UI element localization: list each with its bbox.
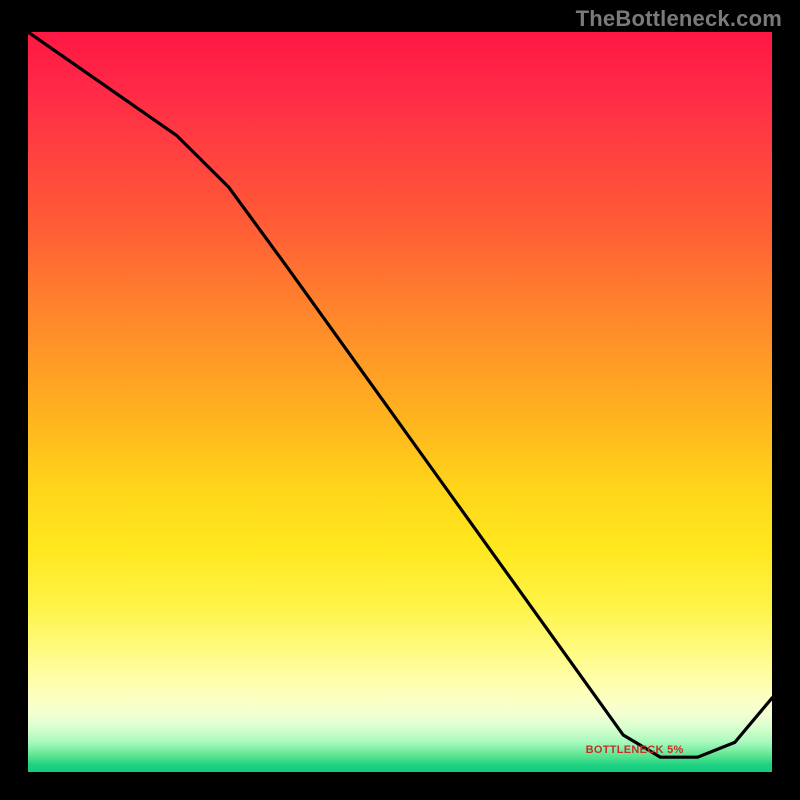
watermark-text: TheBottleneck.com	[576, 6, 782, 32]
bottleneck-curve	[28, 32, 772, 757]
curve-svg	[28, 32, 772, 772]
plot-area: BOTTLENECK 5%	[28, 32, 772, 772]
bottleneck-marker-label: BOTTLENECK 5%	[586, 744, 684, 756]
chart-frame: TheBottleneck.com BOTTLENECK 5%	[0, 0, 800, 800]
